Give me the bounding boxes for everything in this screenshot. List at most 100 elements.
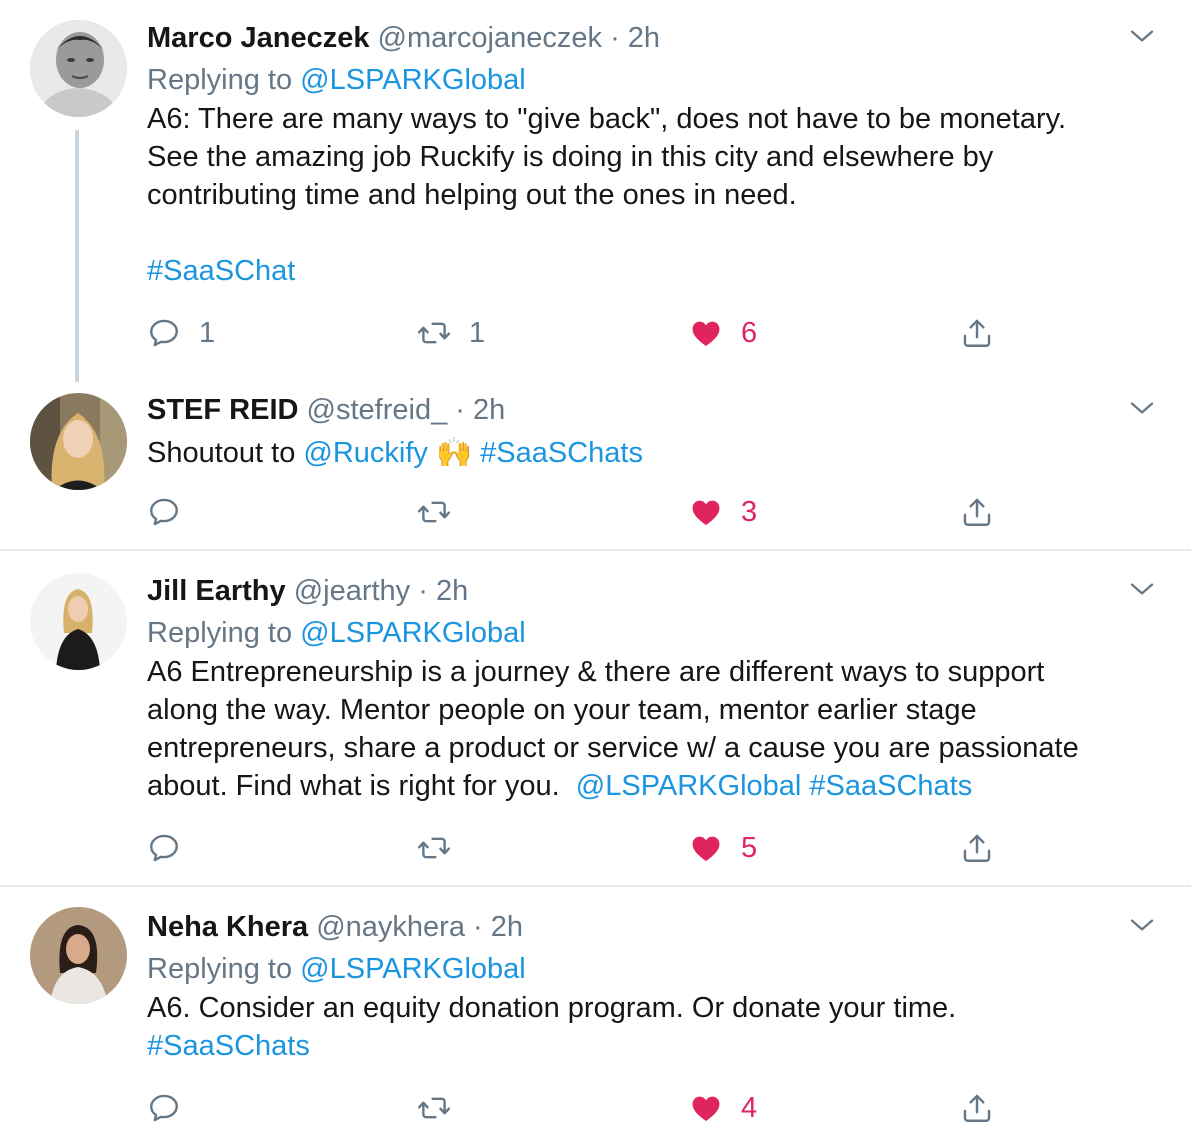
retweet-button[interactable] xyxy=(417,1088,451,1128)
tweet-header: STEF REID @stefreid_ · 2h xyxy=(147,392,1151,428)
tweet-text-line: A6. Consider an equity donation program.… xyxy=(147,992,957,1024)
thread-line xyxy=(75,130,79,382)
tweet-text-line: See the amazing job Ruckify is doing in … xyxy=(147,141,994,173)
replying-to-label: Replying to xyxy=(147,64,293,96)
retweet-button[interactable] xyxy=(417,828,451,868)
hashtag-link[interactable]: #SaaSChats xyxy=(809,770,972,802)
chevron-down-icon[interactable] xyxy=(1127,910,1157,940)
handle[interactable]: @stefreid_ xyxy=(307,394,448,426)
tweet-text-line: contributing time and helping out the on… xyxy=(147,179,797,211)
avatar-image xyxy=(30,573,127,670)
heart-icon xyxy=(689,1091,723,1125)
tweet-text: A6. Consider an equity donation program.… xyxy=(147,989,1151,1065)
display-name[interactable]: STEF REID xyxy=(147,394,298,426)
tweet-content: Marco Janeczek @marcojaneczek · 2h Reply… xyxy=(147,20,1151,290)
heart-icon xyxy=(689,831,723,865)
like-button[interactable]: 3 xyxy=(689,492,757,532)
timestamp[interactable]: 2h xyxy=(628,22,660,54)
hashtag-link[interactable]: #SaaSChats xyxy=(480,437,643,469)
like-count: 3 xyxy=(741,495,758,528)
like-button[interactable]: 5 xyxy=(689,828,757,868)
reply-icon xyxy=(147,316,181,350)
replying-to: Replying to @LSPARKGlobal xyxy=(147,62,1151,98)
handle[interactable]: @jearthy xyxy=(294,575,410,607)
like-button[interactable]: 6 xyxy=(689,313,757,353)
hashtag-link[interactable]: #SaaSChats xyxy=(147,1027,1151,1065)
share-button[interactable] xyxy=(960,1088,994,1128)
reply-icon xyxy=(147,1091,181,1125)
avatar-image xyxy=(30,20,127,117)
chevron-down-icon[interactable] xyxy=(1127,574,1157,604)
share-icon xyxy=(960,831,994,865)
avatar[interactable] xyxy=(30,573,127,670)
tweet-neha[interactable]: Neha Khera @naykhera · 2h Replying to @L… xyxy=(0,887,1191,1143)
avatar[interactable] xyxy=(30,907,127,1004)
heart-icon xyxy=(689,495,723,529)
retweet-icon xyxy=(417,495,451,529)
share-button[interactable] xyxy=(960,492,994,532)
reply-button[interactable] xyxy=(147,492,181,532)
replying-to-label: Replying to xyxy=(147,617,293,649)
retweet-icon xyxy=(417,831,451,865)
share-button[interactable] xyxy=(960,828,994,868)
tweet-stef[interactable]: STEF REID @stefreid_ · 2h Shoutout to @R… xyxy=(0,390,1191,550)
avatar-image xyxy=(30,907,127,1004)
retweet-button[interactable] xyxy=(417,492,451,532)
chevron-down-icon[interactable] xyxy=(1127,393,1157,423)
tweet-content: Jill Earthy @jearthy · 2h Replying to @L… xyxy=(147,573,1151,805)
reply-icon xyxy=(147,831,181,865)
tweet-header: Neha Khera @naykhera · 2h xyxy=(147,909,1151,945)
tweet-content: Neha Khera @naykhera · 2h Replying to @L… xyxy=(147,909,1151,1065)
mention-link[interactable]: @Ruckify xyxy=(303,437,428,469)
timestamp[interactable]: 2h xyxy=(473,394,505,426)
tweet-text-line: entrepreneurs, share a product or servic… xyxy=(147,732,1079,764)
replying-to: Replying to @LSPARKGlobal xyxy=(147,951,1151,987)
tweet-marco[interactable]: Marco Janeczek @marcojaneczek · 2h Reply… xyxy=(0,0,1191,390)
replying-to-mention[interactable]: @LSPARKGlobal xyxy=(300,64,526,96)
avatar[interactable] xyxy=(30,20,127,117)
like-button[interactable]: 4 xyxy=(689,1088,757,1128)
tweet-jill[interactable]: Jill Earthy @jearthy · 2h Replying to @L… xyxy=(0,551,1191,885)
hashtag-link[interactable]: #SaaSChat xyxy=(147,252,1151,290)
reply-button[interactable]: 1 xyxy=(147,313,215,353)
chevron-down-icon[interactable] xyxy=(1127,21,1157,51)
heart-icon xyxy=(689,316,723,350)
tweet-text-prefix: Shoutout to xyxy=(147,437,296,469)
display-name[interactable]: Marco Janeczek xyxy=(147,22,369,54)
handle[interactable]: @marcojaneczek xyxy=(378,22,602,54)
separator-dot: · xyxy=(610,22,620,54)
tweet-actions: 1 1 6 xyxy=(147,313,1027,353)
tweet-header: Marco Janeczek @marcojaneczek · 2h xyxy=(147,20,1151,56)
reply-button[interactable] xyxy=(147,1088,181,1128)
tweet-actions: 4 xyxy=(147,1088,1027,1128)
raising-hands-emoji: 🙌 xyxy=(435,437,473,469)
mention-link[interactable]: @LSPARKGlobal xyxy=(576,770,802,802)
share-icon xyxy=(960,1091,994,1125)
retweet-button[interactable]: 1 xyxy=(417,313,485,353)
tweet-text: Shoutout to @Ruckify 🙌 #SaaSChats xyxy=(147,434,1151,472)
separator-dot: · xyxy=(418,575,428,607)
timestamp[interactable]: 2h xyxy=(491,911,523,943)
share-button[interactable] xyxy=(960,313,994,353)
share-icon xyxy=(960,316,994,350)
avatar[interactable] xyxy=(30,393,127,490)
reply-button[interactable] xyxy=(147,828,181,868)
timestamp[interactable]: 2h xyxy=(436,575,468,607)
display-name[interactable]: Neha Khera xyxy=(147,911,308,943)
tweet-text: A6 Entrepreneurship is a journey & there… xyxy=(147,653,1151,805)
replying-to-label: Replying to xyxy=(147,953,293,985)
retweet-icon xyxy=(417,1091,451,1125)
replying-to-mention[interactable]: @LSPARKGlobal xyxy=(300,617,526,649)
like-count: 4 xyxy=(741,1091,758,1124)
reply-count: 1 xyxy=(199,316,216,349)
retweet-count: 1 xyxy=(469,316,486,349)
tweet-text-line: A6 Entrepreneurship is a journey & there… xyxy=(147,656,1045,688)
tweet-text-line: about. Find what is right for you. @LSPA… xyxy=(147,767,1151,805)
tweet-actions: 3 xyxy=(147,492,1027,532)
replying-to-mention[interactable]: @LSPARKGlobal xyxy=(300,953,526,985)
handle[interactable]: @naykhera xyxy=(316,911,465,943)
separator-dot: · xyxy=(473,911,483,943)
tweet-header: Jill Earthy @jearthy · 2h xyxy=(147,573,1151,609)
like-count: 6 xyxy=(741,316,758,349)
display-name[interactable]: Jill Earthy xyxy=(147,575,286,607)
